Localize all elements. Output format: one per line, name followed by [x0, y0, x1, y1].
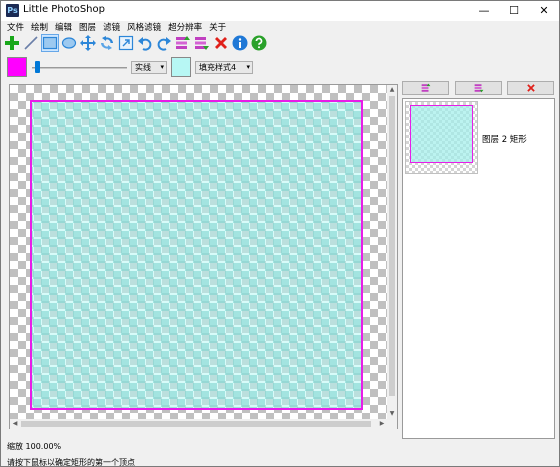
line-width-slider[interactable]	[32, 67, 127, 69]
menu-layer[interactable]: 图层	[76, 21, 100, 35]
menu-edit[interactable]: 编辑	[52, 21, 76, 35]
line-style-select[interactable]: 实线 ▾	[131, 61, 167, 74]
chevron-down-icon: ▾	[246, 63, 250, 71]
layer-up-button[interactable]	[174, 34, 192, 52]
canvas-area: ▲ ▼ ◀ ▶	[9, 84, 398, 429]
move-icon	[80, 35, 96, 51]
redo-button[interactable]	[155, 34, 173, 52]
app-window: Ps Little PhotoShop — ☐ ✕ 文件 绘制 编辑 图层 滤镜…	[0, 0, 560, 467]
undo-icon	[138, 37, 152, 51]
help-button[interactable]	[250, 34, 268, 52]
new-layer-button[interactable]	[3, 34, 21, 52]
plus-icon	[5, 36, 19, 50]
menu-super-resolution[interactable]: 超分辨率	[165, 21, 206, 35]
delete-button[interactable]	[212, 34, 230, 52]
maximize-button[interactable]: ☐	[499, 1, 529, 21]
ellipse-tool-button[interactable]	[60, 34, 78, 52]
menu-bar: 文件 绘制 编辑 图层 滤镜 风格滤镜 超分辨率 关于	[1, 21, 559, 35]
line-style-value: 实线	[135, 63, 151, 72]
chevron-down-icon: ▾	[160, 63, 164, 71]
layers-panel: 图层 2 矩形	[402, 98, 555, 439]
layer-up-icon	[176, 36, 190, 49]
line-width-slider-thumb[interactable]	[34, 61, 40, 73]
move-tool-button[interactable]	[79, 34, 97, 52]
app-logo-icon: Ps	[6, 4, 19, 17]
horizontal-scrollbar[interactable]: ◀ ▶	[10, 419, 387, 429]
redo-icon	[157, 37, 171, 51]
title-bar: Ps Little PhotoShop — ☐ ✕	[1, 1, 559, 21]
minimize-button[interactable]: —	[469, 1, 499, 21]
scroll-corner	[387, 419, 397, 429]
undo-button[interactable]	[136, 34, 154, 52]
menu-file[interactable]: 文件	[4, 21, 28, 35]
layer-down-button[interactable]	[455, 81, 502, 95]
help-icon	[251, 35, 267, 51]
resize-tool-button[interactable]	[117, 34, 135, 52]
status-message: 请按下鼠标以确定矩形的第一个顶点	[7, 458, 135, 467]
delete-icon	[215, 37, 227, 49]
fill-color-swatch[interactable]	[171, 57, 191, 77]
scroll-down-icon[interactable]: ▼	[387, 409, 397, 419]
delete-layer-icon	[526, 84, 535, 92]
scroll-left-icon[interactable]: ◀	[10, 419, 20, 429]
rectangle-tool-button[interactable]	[41, 34, 59, 52]
horizontal-scroll-thumb[interactable]	[21, 421, 371, 427]
layer-thumbnail	[405, 101, 478, 174]
rotate-icon	[101, 36, 113, 50]
stroke-color-swatch[interactable]	[7, 57, 27, 77]
window-title: Little PhotoShop	[23, 4, 105, 15]
delete-layer-button[interactable]	[507, 81, 554, 95]
scroll-right-icon[interactable]: ▶	[377, 419, 387, 429]
menu-about[interactable]: 关于	[206, 21, 230, 35]
rectangle-shape[interactable]	[30, 100, 363, 410]
vertical-scrollbar[interactable]: ▲ ▼	[387, 85, 397, 419]
layer-thumbnail-shape	[410, 105, 473, 163]
options-bar: 实线 ▾ 填充样式4 ▾	[1, 56, 559, 78]
rotate-tool-button[interactable]	[98, 34, 116, 52]
resize-icon	[118, 35, 134, 51]
info-icon	[232, 35, 248, 51]
line-tool-button[interactable]	[22, 34, 40, 52]
layer-item[interactable]: 图层 2 矩形	[403, 99, 554, 179]
menu-draw[interactable]: 绘制	[28, 21, 52, 35]
fill-style-select[interactable]: 填充样式4 ▾	[195, 61, 253, 74]
info-button[interactable]	[231, 34, 249, 52]
layer-down-icon	[195, 37, 209, 50]
menu-filter[interactable]: 滤镜	[100, 21, 124, 35]
zoom-readout: 缩放 100.00%	[7, 442, 62, 451]
close-window-button[interactable]: ✕	[529, 1, 559, 21]
menu-style-filter[interactable]: 风格滤镜	[124, 21, 165, 35]
rectangle-icon	[42, 36, 58, 50]
toolbar	[3, 34, 269, 52]
layer-down-icon	[474, 84, 483, 93]
fill-style-value: 填充样式4	[199, 63, 237, 72]
layer-up-icon	[421, 83, 430, 92]
ellipse-icon	[61, 37, 77, 49]
layer-name: 图层 2 矩形	[482, 135, 527, 145]
layer-up-button[interactable]	[402, 81, 449, 95]
scroll-up-icon[interactable]: ▲	[387, 85, 397, 95]
line-icon	[24, 36, 38, 50]
layer-down-button[interactable]	[193, 34, 211, 52]
vertical-scroll-thumb[interactable]	[389, 96, 395, 396]
drawing-canvas[interactable]	[10, 85, 387, 419]
